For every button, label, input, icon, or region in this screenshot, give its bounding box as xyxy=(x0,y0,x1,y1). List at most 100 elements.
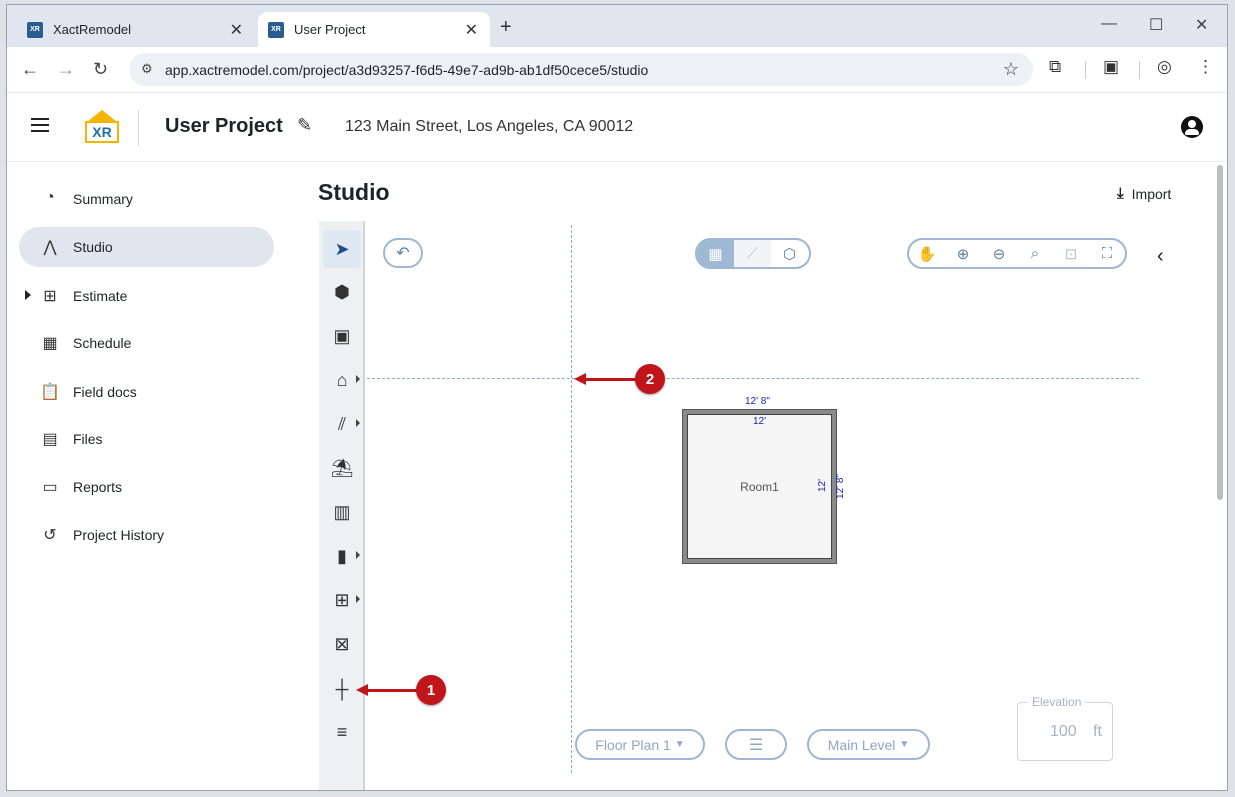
import-label: Import xyxy=(1131,185,1172,202)
inner-top-dimension: 12' xyxy=(753,416,767,427)
zoom-selection-button[interactable]: ⊡ xyxy=(1053,245,1089,263)
close-tab-icon[interactable]: ✕ xyxy=(230,20,243,40)
tab-search-icon[interactable]: ▣ xyxy=(1103,57,1119,77)
page-scrollbar[interactable] xyxy=(1217,165,1223,500)
rectangle-icon: ▣ xyxy=(333,325,351,346)
dropdown-caret-icon: ▼ xyxy=(674,739,685,750)
sidebar-item-summary[interactable]: ◔ Summary xyxy=(19,179,274,219)
url-text[interactable]: app.xactremodel.com/project/a3d93257-f6d… xyxy=(165,62,648,78)
house-tool[interactable]: ⌂ xyxy=(323,361,361,399)
xactremodel-logo[interactable]: XR xyxy=(83,110,121,144)
deck-tool[interactable]: ⛱ xyxy=(323,449,361,487)
sidebar-item-studio[interactable]: ⋀ Studio xyxy=(19,227,274,267)
drawing-tool-panel: ➤ ⬢ ▣ ⌂ ⫽ ⛱ ▥ ▮ ⊞ ⊠ ┼ ≡ xyxy=(319,221,365,790)
fence-icon: ▥ xyxy=(333,501,351,522)
floor-plan-dropdown[interactable]: Floor Plan 1 ▼ xyxy=(575,729,705,760)
browser-tab-xactremodel[interactable]: XR XactRemodel ✕ xyxy=(17,12,255,47)
close-tab-icon[interactable]: ✕ xyxy=(465,20,478,40)
sidebar-item-label: Estimate xyxy=(73,288,128,304)
collapse-panel-chevron-icon[interactable]: ‹ xyxy=(1157,245,1164,268)
menu-kebab-icon[interactable]: ⋮ xyxy=(1197,57,1214,77)
level-dropdown[interactable]: Main Level ▼ xyxy=(807,729,930,760)
window-icon: ⊞ xyxy=(334,589,350,610)
zoom-fit-button[interactable]: ⌕ xyxy=(1017,245,1053,262)
undo-icon: ↶ xyxy=(396,245,410,262)
calendar-icon: ▦ xyxy=(42,335,58,352)
submenu-caret xyxy=(356,375,360,383)
account-circle-icon[interactable] xyxy=(1181,116,1203,138)
zoom-fit-icon: ⌕ xyxy=(1030,245,1040,262)
sidebar-item-reports[interactable]: ▭ Reports xyxy=(19,467,274,507)
maximize-icon[interactable]: ☐ xyxy=(1149,15,1163,35)
back-icon[interactable]: ← xyxy=(21,59,39,80)
toolbar-divider xyxy=(1139,61,1140,79)
sidebar-item-label: Project History xyxy=(73,527,165,543)
sidebar-item-schedule[interactable]: ▦ Schedule xyxy=(19,323,274,363)
sidebar-item-project-history[interactable]: ↺ Project History xyxy=(19,515,274,555)
minimize-icon[interactable]: — xyxy=(1101,15,1117,33)
dimension-tool[interactable]: ≡ xyxy=(323,713,361,751)
vertical-guideline[interactable] xyxy=(571,225,572,773)
expand-caret-icon[interactable] xyxy=(25,290,31,300)
extensions-icon[interactable]: ⧉ xyxy=(1049,57,1061,77)
annotation-marker-2: 2 xyxy=(635,364,665,394)
elevation-value[interactable]: 100 xyxy=(1050,723,1077,741)
3d-view-button[interactable]: ⬡ xyxy=(771,240,808,267)
zoom-out-button[interactable]: ⊖ xyxy=(981,245,1017,263)
toolbar-divider xyxy=(1085,61,1086,79)
zoom-controls: ✋ ⊕ ⊖ ⌕ ⊡ ⛶ xyxy=(907,238,1127,269)
sidebar-item-files[interactable]: ▤ Files xyxy=(19,419,274,459)
new-tab-icon[interactable]: + xyxy=(500,16,512,39)
undo-button[interactable]: ↶ xyxy=(383,238,423,268)
elevation-view-button[interactable]: ⟋ xyxy=(734,240,771,267)
clipboard-plus-icon: 📋 xyxy=(40,384,60,401)
speedometer-icon: ◔ xyxy=(45,189,55,206)
fullscreen-button[interactable]: ⛶ xyxy=(1089,245,1125,262)
zoom-in-button[interactable]: ⊕ xyxy=(945,245,981,263)
select-pointer-tool[interactable]: ➤ xyxy=(323,230,361,268)
patio-umbrella-icon: ⛱ xyxy=(330,457,354,478)
tab-strip: XR XactRemodel ✕ XR User Project ✕ + — ☐… xyxy=(7,5,1227,47)
bookmark-star-icon[interactable]: ☆ xyxy=(1003,59,1019,80)
pencil-edit-icon[interactable]: ✎ xyxy=(297,115,312,136)
import-button[interactable]: ⤓ Import xyxy=(1117,185,1171,202)
sidebar-item-label: Reports xyxy=(73,479,123,495)
floorplan-icon: ▦ xyxy=(708,245,723,263)
elevation-field[interactable]: Elevation 100 ft xyxy=(1017,695,1113,761)
pan-hand-button[interactable]: ✋ xyxy=(909,245,945,263)
zoom-in-icon: ⊕ xyxy=(956,245,970,263)
sidebar-item-field-docs[interactable]: 📋 Field docs xyxy=(19,372,274,412)
forward-icon[interactable]: → xyxy=(57,59,75,80)
missing-wall-tool[interactable]: ⊠ xyxy=(323,625,361,663)
document-icon: ▭ xyxy=(42,479,58,496)
door-tool[interactable]: ▮ xyxy=(323,537,361,575)
fence-tool[interactable]: ▥ xyxy=(323,493,361,531)
inner-right-dimension: 12' xyxy=(817,478,829,493)
cube-3d-icon: ⬡ xyxy=(782,245,797,263)
window-tool[interactable]: ⊞ xyxy=(323,581,361,619)
browser-toolbar: ← → ↻ ⚙ app.xactremodel.com/project/a3d9… xyxy=(7,47,1227,93)
room-shape[interactable]: Room1 xyxy=(682,409,837,564)
reload-icon[interactable]: ↻ xyxy=(93,59,108,80)
address-bar[interactable]: ⚙ app.xactremodel.com/project/a3d93257-f… xyxy=(129,53,1033,86)
horizontal-guideline[interactable] xyxy=(367,378,1139,379)
download-icon: ⤓ xyxy=(1117,185,1124,202)
outer-right-dimension: 12' 8" xyxy=(834,474,846,499)
profile-icon[interactable]: ◎ xyxy=(1157,57,1172,77)
browser-tab-user-project[interactable]: XR User Project ✕ xyxy=(258,12,490,47)
rectangle-room-tool[interactable]: ▣ xyxy=(323,317,361,355)
site-info-icon[interactable]: ⚙ xyxy=(141,61,153,77)
hamburger-menu-icon[interactable] xyxy=(31,118,49,132)
stairs-tool[interactable]: ⫽ xyxy=(323,405,361,443)
cursor-arrow-icon: ➤ xyxy=(334,238,350,259)
page-title: Studio xyxy=(318,179,390,205)
elevation-icon: ⟋ xyxy=(747,245,758,262)
close-window-icon[interactable]: ✕ xyxy=(1195,15,1208,35)
sidebar-nav: ◔ Summary ⋀ Studio ⊞ Estimate ▦ Schedule… xyxy=(7,163,297,790)
sidebar-item-label: Summary xyxy=(73,191,133,207)
settings-sliders-button[interactable]: ☰ xyxy=(725,729,787,760)
submenu-caret xyxy=(356,551,360,559)
room-shape-tool[interactable]: ⬢ xyxy=(323,273,361,311)
floor-plan-view-button[interactable]: ▦ xyxy=(697,240,734,267)
sidebar-item-estimate[interactable]: ⊞ Estimate xyxy=(19,276,274,316)
